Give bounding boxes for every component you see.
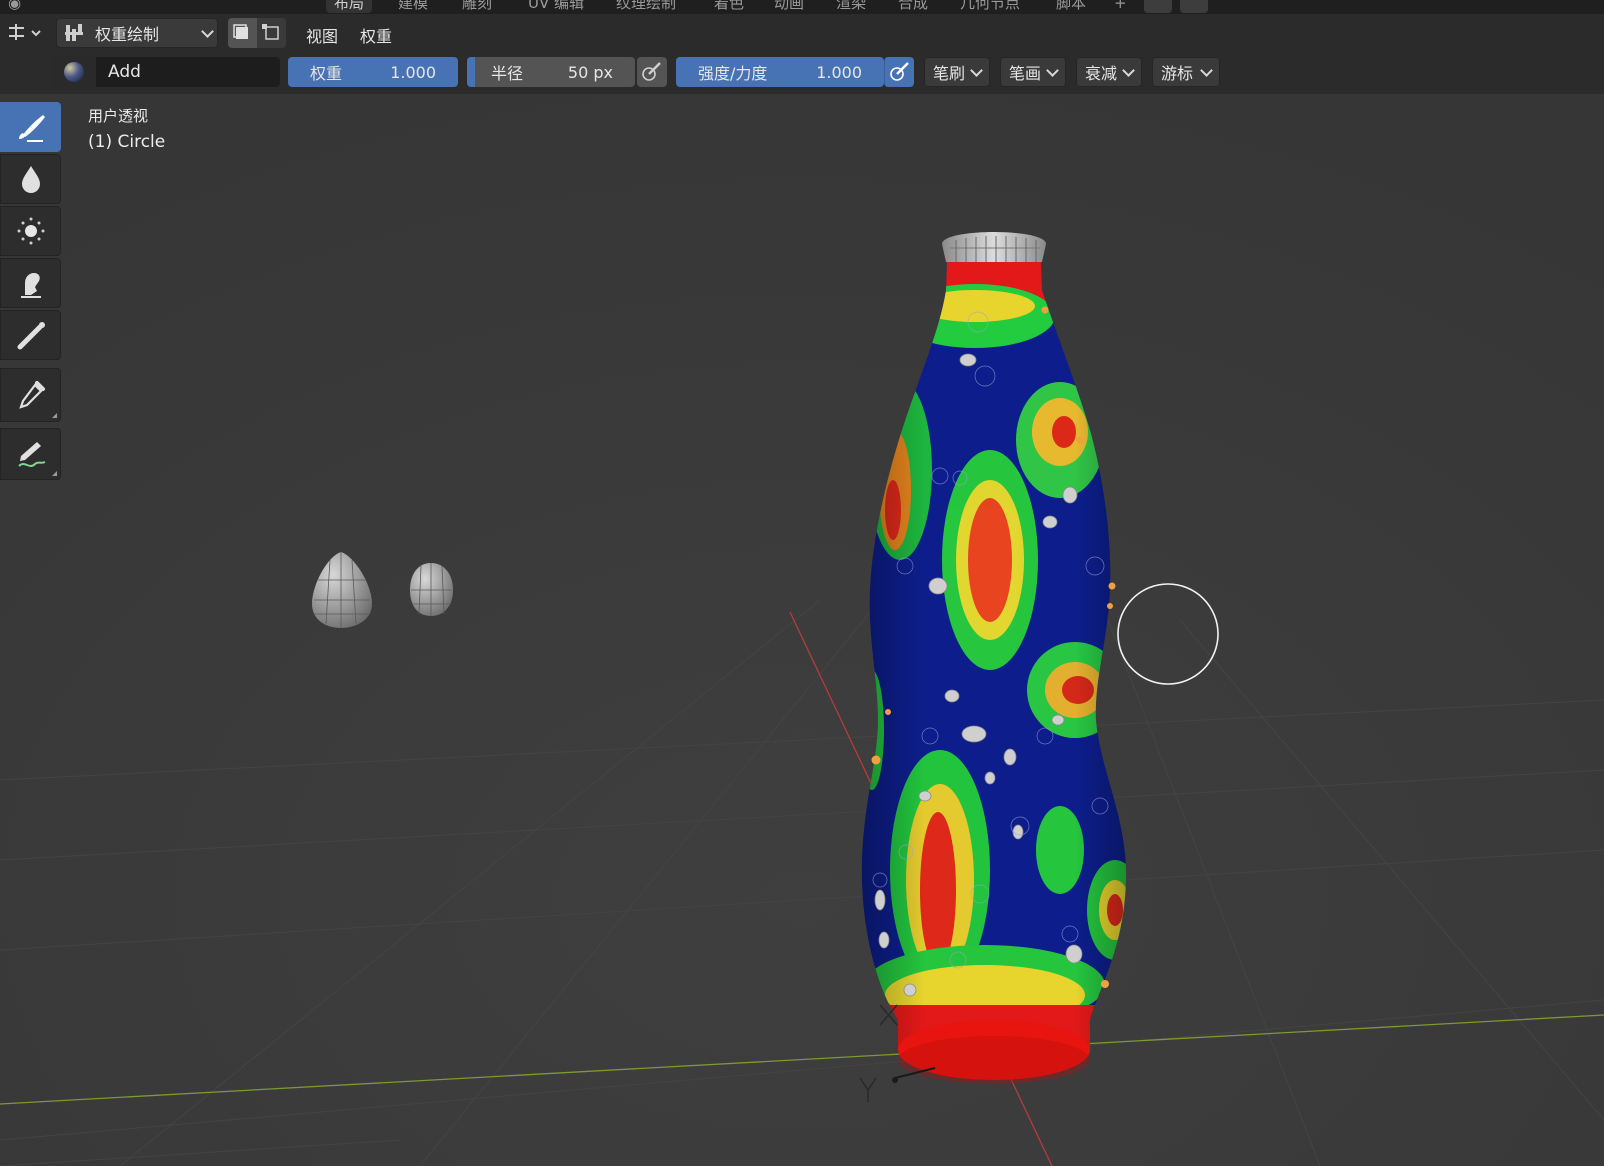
smear-tool-button[interactable] <box>0 258 61 308</box>
blur-tool-button[interactable] <box>0 154 61 204</box>
blur-drop-icon <box>21 166 40 193</box>
average-dots-icon <box>17 217 44 245</box>
gradient-line-icon <box>17 322 45 350</box>
annotate-pencil-icon <box>17 442 45 467</box>
sample-weight-tool-button[interactable] <box>0 368 61 422</box>
draw-tool-button[interactable] <box>0 102 61 152</box>
view-name-label: 用户透视 <box>88 107 149 125</box>
draw-brush-icon <box>18 115 45 142</box>
bottle-cap <box>942 232 1046 262</box>
object-name-label: (1) Circle <box>88 132 166 152</box>
eyedropper-icon <box>18 381 45 409</box>
average-tool-button[interactable] <box>0 206 61 256</box>
tool-variants-indicator <box>52 413 57 418</box>
viewport-background <box>0 94 1604 1166</box>
viewport-3d[interactable] <box>0 0 1604 1166</box>
seed-object-2[interactable] <box>410 563 453 616</box>
tool-variants-indicator <box>52 471 57 476</box>
smear-finger-icon <box>20 273 41 298</box>
gradient-tool-button[interactable] <box>0 310 61 360</box>
annotate-tool-button[interactable] <box>0 428 61 480</box>
